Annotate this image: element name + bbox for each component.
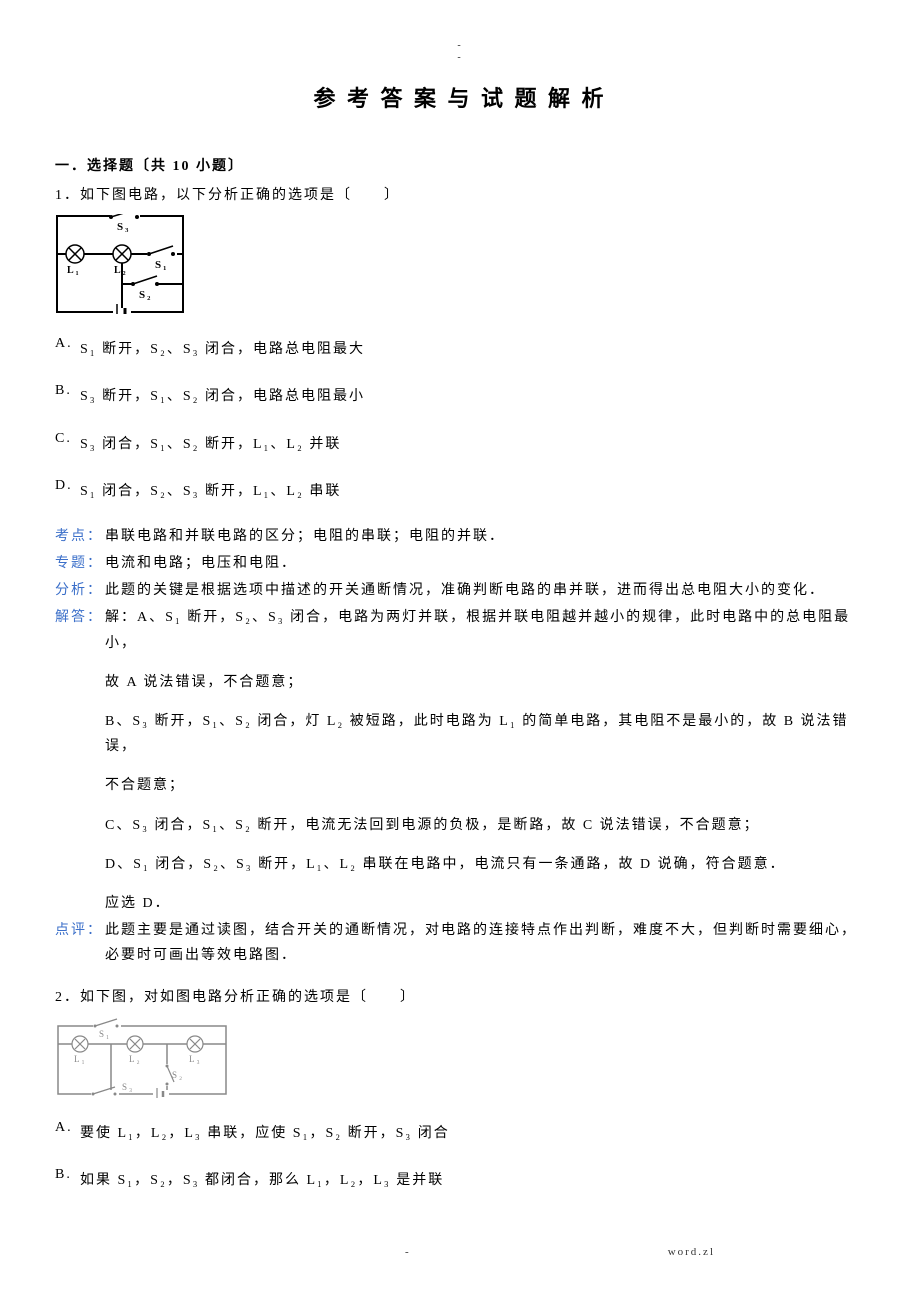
q1-option-a: A. S₁ 断开，S₂、S₃ 闭合，电路总电阻最大 <box>55 331 865 362</box>
option-text: S₁ 断开，S₂、S₃ 闭合，电路总电阻最大 <box>80 331 865 362</box>
fenxi-row: 分析： 此题的关键是根据选项中描述的开关通断情况，准确判断电路的串并联，进而得出… <box>55 578 865 603</box>
q2-option-a: A. 要使 L₁，L₂，L₃ 串联，应使 S₁，S₂ 断开，S₃ 闭合 <box>55 1115 865 1146</box>
q2-circuit-diagram: S₁ L₁ L₂ L₃ S₂ S <box>55 1016 865 1107</box>
header-marks: -- <box>55 40 865 64</box>
option-text: S₃ 闭合，S₁、S₂ 断开，L₁、L₂ 并联 <box>80 426 865 457</box>
svg-text:L₁: L₁ <box>74 1054 87 1064</box>
q1-circuit-diagram: S₃ L₁ L₂ S₁ S₂ <box>55 214 865 323</box>
svg-text:S₁: S₁ <box>99 1029 111 1039</box>
svg-text:L₃: L₃ <box>189 1054 202 1064</box>
jieda-p6: D、S₁ 闭合，S₂、S₃ 断开，L₁、L₂ 串联在电路中，电流只有一条通路，故… <box>105 852 865 877</box>
fenxi-content: 此题的关键是根据选项中描述的开关通断情况，准确判断电路的串并联，进而得出总电阻大… <box>105 578 865 603</box>
option-label: A. <box>55 331 80 356</box>
option-label: C. <box>55 426 80 451</box>
option-label: B. <box>55 1162 80 1187</box>
page-title: 参 考 答 案 与 试 题 解 析 <box>55 79 865 119</box>
fenxi-label: 分析： <box>55 578 105 603</box>
jieda-label: 解答： <box>55 605 105 630</box>
footer-left: - <box>405 1243 411 1263</box>
svg-text:S₂: S₂ <box>139 289 152 301</box>
option-text: 要使 L₁，L₂，L₃ 串联，应使 S₁，S₂ 断开，S₃ 闭合 <box>80 1115 865 1146</box>
option-label: B. <box>55 378 80 403</box>
footer: - word.zl <box>55 1243 865 1263</box>
dianping-label: 点评： <box>55 918 105 943</box>
dianping-row: 点评： 此题主要是通过读图，结合开关的通断情况，对电路的连接特点作出判断，难度不… <box>55 918 865 968</box>
jieda-content: 解：A、S₁ 断开，S₂、S₃ 闭合，电路为两灯并联，根据并联电阻越并越小的规律… <box>105 605 865 916</box>
q2-text: 2．如下图，对如图电路分析正确的选项是〔 〕 <box>55 985 865 1010</box>
svg-text:L₂: L₂ <box>114 265 128 276</box>
circuit-svg-2: S₁ L₁ L₂ L₃ S₂ S <box>55 1016 230 1098</box>
svg-text:L₁: L₁ <box>67 265 81 276</box>
circuit-svg-1: S₃ L₁ L₂ S₁ S₂ <box>55 214 185 314</box>
option-text: S₁ 闭合，S₂、S₃ 断开，L₁、L₂ 串联 <box>80 473 865 504</box>
svg-text:S₂: S₂ <box>172 1070 184 1080</box>
jieda-row: 解答： 解：A、S₁ 断开，S₂、S₃ 闭合，电路为两灯并联，根据并联电阻越并越… <box>55 605 865 916</box>
jieda-p4: 不合题意； <box>105 773 865 798</box>
svg-text:S₃: S₃ <box>122 1082 134 1092</box>
option-text: 如果 S₁，S₂，S₃ 都闭合，那么 L₁，L₂，L₃ 是并联 <box>80 1162 865 1193</box>
option-label: D. <box>55 473 80 498</box>
svg-text:S₃: S₃ <box>117 221 130 233</box>
zhuanti-content: 电流和电路；电压和电阻． <box>105 551 865 576</box>
jieda-p3: B、S₃ 断开，S₁、S₂ 闭合，灯 L₂ 被短路，此时电路为 L₁ 的简单电路… <box>105 709 865 759</box>
option-text: S₃ 断开，S₁、S₂ 闭合，电路总电阻最小 <box>80 378 865 409</box>
option-label: A. <box>55 1115 80 1140</box>
jieda-p2: 故 A 说法错误，不合题意； <box>105 670 865 695</box>
kaodian-label: 考点： <box>55 524 105 549</box>
q1-text: 1．如下图电路，以下分析正确的选项是〔 〕 <box>55 183 865 208</box>
zhuanti-row: 专题： 电流和电路；电压和电阻． <box>55 551 865 576</box>
section-header: 一．选择题〔共 10 小题〕 <box>55 154 865 179</box>
kaodian-row: 考点： 串联电路和并联电路的区分；电阻的串联；电阻的并联． <box>55 524 865 549</box>
footer-right: word.zl <box>668 1243 715 1263</box>
dianping-content: 此题主要是通过读图，结合开关的通断情况，对电路的连接特点作出判断，难度不大，但判… <box>105 918 865 968</box>
zhuanti-label: 专题： <box>55 551 105 576</box>
q1-option-c: C. S₃ 闭合，S₁、S₂ 断开，L₁、L₂ 并联 <box>55 426 865 457</box>
q1-option-b: B. S₃ 断开，S₁、S₂ 闭合，电路总电阻最小 <box>55 378 865 409</box>
jieda-p7: 应选 D． <box>105 891 865 916</box>
svg-text:L₂: L₂ <box>129 1054 142 1064</box>
kaodian-content: 串联电路和并联电路的区分；电阻的串联；电阻的并联． <box>105 524 865 549</box>
q1-option-d: D. S₁ 闭合，S₂、S₃ 断开，L₁、L₂ 串联 <box>55 473 865 504</box>
jieda-p1: 解：A、S₁ 断开，S₂、S₃ 闭合，电路为两灯并联，根据并联电阻越并越小的规律… <box>105 605 865 655</box>
svg-text:S₁: S₁ <box>155 259 168 271</box>
q2-option-b: B. 如果 S₁，S₂，S₃ 都闭合，那么 L₁，L₂，L₃ 是并联 <box>55 1162 865 1193</box>
jieda-p5: C、S₃ 闭合，S₁、S₂ 断开，电流无法回到电源的负极，是断路，故 C 说法错… <box>105 813 865 838</box>
